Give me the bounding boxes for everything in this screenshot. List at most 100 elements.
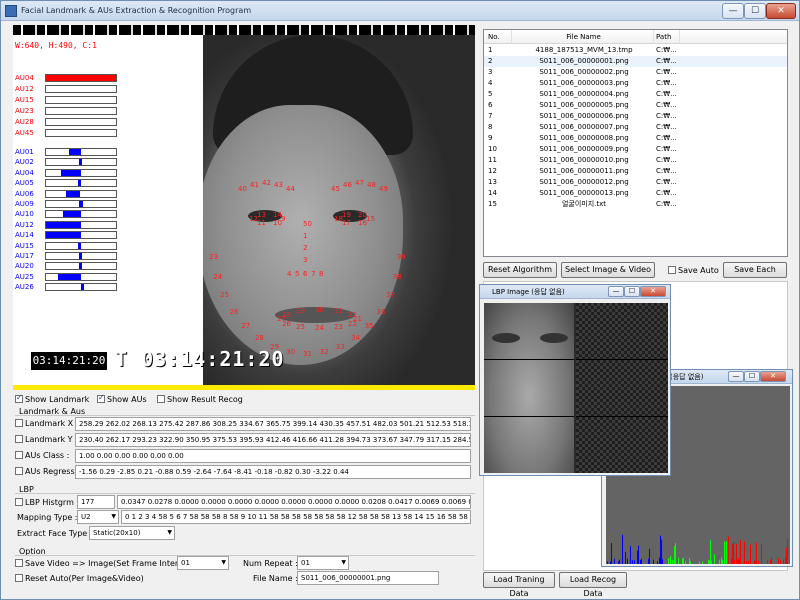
- landmark-point: 43: [274, 180, 283, 189]
- aus-regress-field[interactable]: -1.56 0.29 -2.85 0.21 -0.88 0.59 -2.64 -…: [75, 465, 471, 479]
- landmark-point: 17: [342, 219, 351, 228]
- lbp-close-button[interactable]: ✕: [640, 286, 666, 297]
- au-row: AU06: [15, 189, 125, 199]
- load-recog-button[interactable]: Load Recog Data: [559, 572, 627, 598]
- file-path: C:₩...: [656, 112, 677, 120]
- frame-interval-select[interactable]: 01: [177, 556, 229, 570]
- header-file-name[interactable]: File Name: [514, 30, 654, 44]
- hist-maximize-button[interactable]: ☐: [744, 371, 760, 382]
- aus-regress-checkbox[interactable]: [15, 467, 23, 475]
- file-row[interactable]: 10 S011_006_00000009.png C:₩...: [484, 144, 787, 155]
- au-row: AU26: [15, 282, 125, 292]
- au-row: AU04: [15, 168, 125, 178]
- lbp-maximize-button[interactable]: ☐: [624, 286, 640, 297]
- file-row[interactable]: 3 S011_006_00000002.png C:₩...: [484, 67, 787, 78]
- extract-face-type-select[interactable]: Static(20x10): [89, 526, 175, 540]
- maximize-button[interactable]: ☐: [744, 3, 766, 19]
- landmark-point: 46: [343, 180, 352, 189]
- group-divider: [15, 493, 475, 494]
- lbp-histgrm-field[interactable]: 0.0347 0.0278 0.0000 0.0000 0.0000 0.000…: [117, 495, 471, 509]
- histogram-bar: [632, 560, 633, 564]
- histogram-bar: [648, 558, 649, 564]
- show-result-recog-label: Show Result Recog: [167, 395, 243, 404]
- histogram-bar: [744, 541, 745, 564]
- au-intensity-bar: [45, 210, 117, 219]
- file-name-field[interactable]: S011_006_00000001.png: [297, 571, 439, 585]
- lbp-histgrm-count[interactable]: 177: [77, 495, 115, 509]
- reset-auto-checkbox[interactable]: [15, 574, 23, 582]
- histogram-bar: [726, 541, 727, 564]
- landmark-point: 28: [254, 334, 264, 343]
- hist-minimize-button[interactable]: —: [728, 371, 744, 382]
- au-label: AU26: [15, 283, 34, 292]
- lbp-image-window[interactable]: LBP Image (응답 없음) — ☐ ✕: [479, 284, 671, 476]
- au-label: AU28: [15, 118, 34, 126]
- hist-close-button[interactable]: ✕: [760, 371, 786, 382]
- crop-divider: [484, 359, 574, 360]
- aus-class-field[interactable]: 1.00 0.00 0.00 0.00 0.00 0.00: [75, 449, 471, 463]
- load-training-button[interactable]: Load Traning Data: [483, 572, 555, 598]
- title-bar[interactable]: Facial Landmark & AUs Extraction & Recog…: [1, 1, 799, 21]
- histogram-bar: [689, 557, 690, 564]
- au-intensity-bar: [45, 200, 117, 208]
- file-row[interactable]: 6 S011_006_00000005.png C:₩...: [484, 100, 787, 111]
- file-list[interactable]: No. File Name Path 1 4188_187513_MVM_13.…: [483, 29, 788, 257]
- au-label: AU09: [15, 200, 34, 208]
- file-row[interactable]: 7 S011_006_00000006.png C:₩...: [484, 111, 787, 122]
- au-intensity-bar: [45, 272, 117, 281]
- save-auto-checkbox[interactable]: [668, 266, 676, 274]
- landmark-y-checkbox[interactable]: [15, 435, 23, 443]
- mapping-table-field[interactable]: 0 1 2 3 4 58 5 6 7 58 58 58 8 58 9 10 11…: [121, 510, 471, 524]
- save-video-checkbox[interactable]: [15, 559, 23, 567]
- reset-algorithm-button[interactable]: Reset Algorithm: [483, 262, 557, 278]
- landmark-point: 41: [250, 180, 259, 189]
- file-path: C:₩...: [656, 134, 677, 142]
- save-each-button[interactable]: Save Each: [723, 262, 787, 278]
- file-row[interactable]: 13 S011_006_00000012.png C:₩...: [484, 177, 787, 188]
- lbp-minimize-button[interactable]: —: [608, 286, 624, 297]
- show-landmark-checkbox[interactable]: [15, 393, 23, 403]
- histogram-bar: [614, 558, 615, 564]
- landmark-point: 39: [396, 252, 406, 261]
- aus-class-checkbox[interactable]: [15, 451, 23, 459]
- header-no[interactable]: No.: [488, 30, 512, 44]
- file-row[interactable]: 12 S011_006_00000011.png C:₩...: [484, 166, 787, 177]
- file-row[interactable]: 5 S011_006_00000004.png C:₩...: [484, 89, 787, 100]
- landmark-x-field[interactable]: 258.29 262.02 268.13 275.42 287.86 308.2…: [75, 417, 471, 431]
- mapping-type-select[interactable]: U2: [77, 510, 119, 524]
- file-row[interactable]: 14 S011_006_00000013.png C:₩...: [484, 188, 787, 199]
- landmark-x-checkbox[interactable]: [15, 419, 23, 427]
- histogram-bar: [610, 561, 611, 564]
- file-row[interactable]: 4 S011_006_00000003.png C:₩...: [484, 78, 787, 89]
- file-name: S011_006_00000009.png: [539, 145, 629, 153]
- au-row: AU09: [15, 199, 125, 209]
- au-intensity-fill: [78, 159, 82, 166]
- group-divider: [15, 415, 475, 416]
- file-row[interactable]: 2 S011_006_00000001.png C:₩...: [484, 56, 787, 67]
- au-label: AU20: [15, 262, 34, 271]
- file-row[interactable]: 11 S011_006_00000010.png C:₩...: [484, 155, 787, 166]
- file-row[interactable]: 1 4188_187513_MVM_13.tmp C:₩...: [484, 45, 787, 56]
- histogram-bar: [736, 543, 737, 564]
- file-row[interactable]: 9 S011_006_00000008.png C:₩...: [484, 133, 787, 144]
- crop-eye-right: [540, 333, 568, 343]
- close-button[interactable]: ✕: [766, 3, 796, 19]
- lbp-histgrm-checkbox[interactable]: [15, 498, 23, 506]
- file-row[interactable]: 8 S011_006_00000007.png C:₩...: [484, 122, 787, 133]
- au-label: AU02: [15, 158, 34, 167]
- num-repeat-select[interactable]: 01: [297, 556, 349, 570]
- select-image-video-button[interactable]: Select Image & Video: [561, 262, 655, 278]
- histogram-bar: [637, 550, 638, 564]
- file-path: C:₩...: [656, 57, 677, 65]
- au-intensity-bar: [45, 241, 117, 250]
- histogram-bar: [778, 557, 779, 564]
- landmark-x-label: Landmark X :: [25, 419, 79, 428]
- file-row[interactable]: 15 얼굴이미지.txt C:₩...: [484, 199, 787, 210]
- show-aus-checkbox[interactable]: [97, 393, 105, 403]
- show-result-recog-checkbox[interactable]: [157, 395, 165, 403]
- au-label: AU12: [15, 85, 34, 93]
- landmark-point: 42: [262, 179, 271, 187]
- header-path[interactable]: Path: [656, 30, 680, 44]
- landmark-y-field[interactable]: 230.40 262.17 293.23 322.90 350.95 375.5…: [75, 433, 471, 447]
- minimize-button[interactable]: —: [722, 3, 744, 19]
